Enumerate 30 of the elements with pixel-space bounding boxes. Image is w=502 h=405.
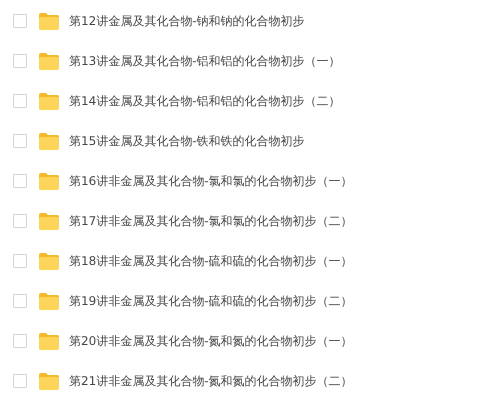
folder-icon bbox=[38, 132, 60, 150]
folder-icon bbox=[38, 172, 60, 190]
checkbox[interactable] bbox=[13, 134, 27, 148]
folder-icon bbox=[38, 12, 60, 30]
folder-name[interactable]: 第15讲金属及其化合物-铁和铁的化合物初步 bbox=[69, 132, 305, 150]
checkbox[interactable] bbox=[13, 294, 27, 308]
checkbox[interactable] bbox=[13, 54, 27, 68]
folder-name[interactable]: 第17讲非金属及其化合物-氯和氯的化合物初步（二） bbox=[69, 212, 353, 230]
folder-icon bbox=[38, 252, 60, 270]
folder-name[interactable]: 第13讲金属及其化合物-铝和铝的化合物初步（一） bbox=[69, 52, 341, 70]
folder-name[interactable]: 第18讲非金属及其化合物-硫和硫的化合物初步（一） bbox=[69, 252, 353, 270]
checkbox[interactable] bbox=[13, 14, 27, 28]
folder-name[interactable]: 第19讲非金属及其化合物-硫和硫的化合物初步（二） bbox=[69, 292, 353, 310]
folder-icon bbox=[38, 52, 60, 70]
folder-name[interactable]: 第14讲金属及其化合物-铝和铝的化合物初步（二） bbox=[69, 92, 341, 110]
checkbox[interactable] bbox=[13, 94, 27, 108]
folder-icon bbox=[38, 92, 60, 110]
checkbox[interactable] bbox=[13, 254, 27, 268]
checkbox[interactable] bbox=[13, 334, 27, 348]
folder-icon bbox=[38, 292, 60, 310]
folder-icon bbox=[38, 372, 60, 390]
folder-icon bbox=[38, 332, 60, 350]
folder-name[interactable]: 第16讲非金属及其化合物-氯和氯的化合物初步（一） bbox=[69, 172, 353, 190]
folder-icon bbox=[38, 212, 60, 230]
folder-name[interactable]: 第12讲金属及其化合物-钠和钠的化合物初步 bbox=[69, 12, 305, 30]
folder-name[interactable]: 第21讲非金属及其化合物-氮和氮的化合物初步（二） bbox=[69, 372, 353, 390]
checkbox[interactable] bbox=[13, 214, 27, 228]
checkbox[interactable] bbox=[13, 374, 27, 388]
folder-name[interactable]: 第20讲非金属及其化合物-氮和氮的化合物初步（一） bbox=[69, 332, 353, 350]
checkbox[interactable] bbox=[13, 174, 27, 188]
